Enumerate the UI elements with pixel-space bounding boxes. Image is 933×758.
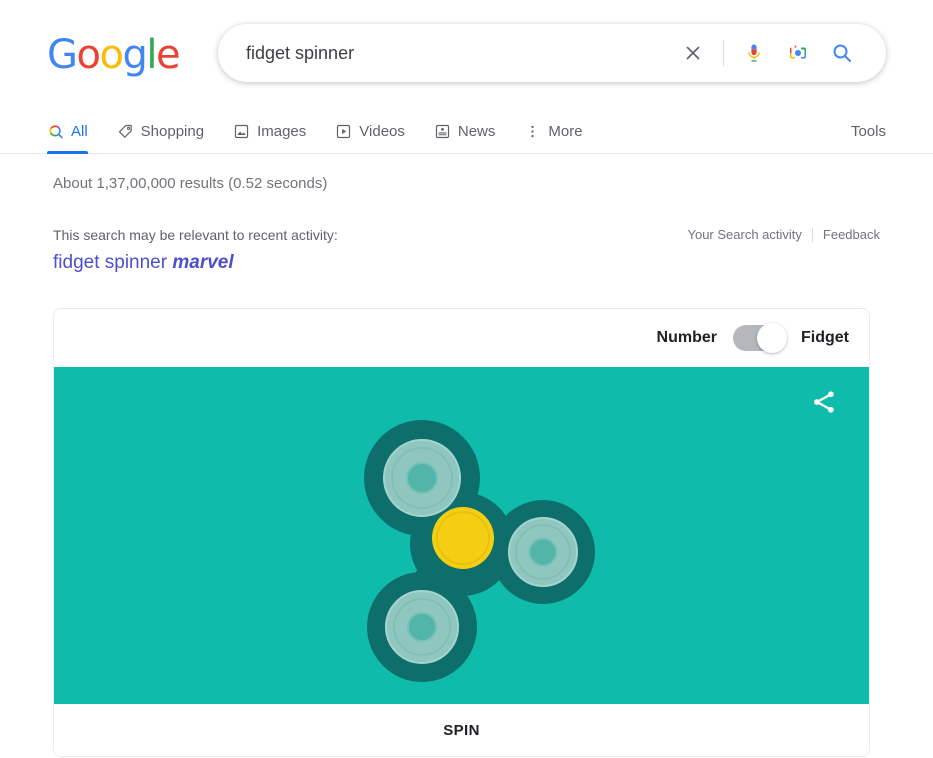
tab-images[interactable]: Images bbox=[233, 110, 323, 153]
mode-toggle-switch[interactable] bbox=[733, 323, 787, 353]
tab-shopping[interactable]: Shopping bbox=[117, 110, 221, 153]
search-icon bbox=[47, 123, 64, 140]
image-icon bbox=[233, 123, 250, 140]
mode-right-label: Fidget bbox=[801, 329, 849, 346]
tab-more-label: More bbox=[548, 123, 583, 140]
microphone-icon bbox=[748, 44, 760, 62]
logo-letter-o2: o bbox=[99, 32, 123, 78]
newspaper-icon bbox=[434, 123, 451, 140]
spin-button[interactable]: SPIN bbox=[443, 722, 480, 739]
google-lens-camera-icon bbox=[790, 45, 806, 59]
tab-all[interactable]: All bbox=[47, 110, 105, 154]
spinner-stage bbox=[54, 367, 869, 704]
tab-images-label: Images bbox=[257, 123, 307, 140]
spinner-bearing-top-left bbox=[382, 438, 461, 517]
tab-more[interactable]: More bbox=[524, 110, 599, 153]
spinner-card-footer: SPIN bbox=[54, 704, 869, 756]
activity-query-link[interactable]: fidget spinner marvel bbox=[53, 252, 234, 274]
feedback-link[interactable]: Feedback bbox=[823, 227, 880, 242]
search-actions-divider bbox=[723, 40, 724, 66]
active-tab-underline bbox=[47, 151, 88, 154]
tab-news[interactable]: News bbox=[434, 110, 513, 153]
spinner-bearing-right bbox=[507, 516, 578, 587]
more-vertical-icon bbox=[524, 123, 541, 140]
logo-letter-l: l bbox=[146, 32, 157, 78]
search-bar[interactable] bbox=[218, 24, 886, 82]
google-lens-button[interactable] bbox=[776, 31, 820, 75]
search-submit-button[interactable] bbox=[820, 31, 864, 75]
search-bar-actions bbox=[671, 31, 886, 75]
fidget-spinner-icon bbox=[363, 419, 595, 682]
spinner-graphic-wrapper[interactable] bbox=[54, 367, 869, 704]
search-icon bbox=[833, 44, 851, 62]
tab-all-label: All bbox=[71, 123, 88, 140]
spinner-bearing-bottom-left bbox=[384, 589, 459, 664]
tab-videos[interactable]: Videos bbox=[335, 110, 422, 153]
search-nav-bar: All Shopping Images Videos News More Too… bbox=[0, 110, 933, 154]
spinner-card-header: Number Fidget bbox=[54, 309, 869, 367]
mode-toggle-knob bbox=[757, 323, 787, 353]
activity-query-bold: marvel bbox=[172, 252, 234, 273]
tab-news-label: News bbox=[457, 123, 496, 140]
mode-left-label: Number bbox=[656, 329, 717, 346]
tools-label: Tools bbox=[850, 123, 886, 140]
logo-letter-g1: G bbox=[47, 32, 78, 78]
logo-letter-e: e bbox=[155, 32, 181, 78]
activity-query-plain: fidget spinner bbox=[53, 252, 173, 273]
activity-note: This search may be relevant to recent ac… bbox=[53, 227, 338, 243]
tools-button[interactable]: Tools bbox=[851, 110, 886, 153]
result-stats: About 1,37,00,000 results (0.52 seconds) bbox=[53, 175, 328, 192]
google-logo[interactable]: Google bbox=[47, 32, 181, 78]
activity-links: Your Search activity Feedback bbox=[687, 227, 880, 242]
price-tag-icon bbox=[117, 123, 134, 140]
search-input[interactable] bbox=[218, 36, 671, 70]
search-tabs: All Shopping Images Videos News More bbox=[47, 110, 612, 154]
play-box-icon bbox=[335, 123, 352, 140]
tab-shopping-label: Shopping bbox=[140, 123, 205, 140]
activity-links-divider bbox=[811, 227, 813, 242]
clear-search-button[interactable] bbox=[671, 31, 715, 75]
logo-letter-g2: g bbox=[122, 32, 147, 78]
page-header: Google bbox=[0, 0, 933, 110]
logo-letter-o1: o bbox=[76, 32, 101, 78]
tab-videos-label: Videos bbox=[359, 123, 405, 140]
fidget-spinner-card: Number Fidget SPIN bbox=[53, 308, 870, 757]
search-activity-link[interactable]: Your Search activity bbox=[687, 227, 801, 242]
voice-search-button[interactable] bbox=[732, 31, 776, 75]
close-icon bbox=[686, 46, 700, 60]
spinner-center-hub bbox=[431, 506, 494, 569]
